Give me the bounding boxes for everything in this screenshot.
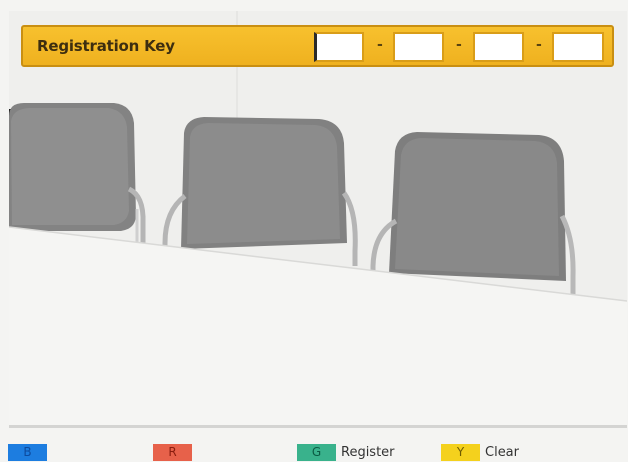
green-key-chip[interactable]: G (297, 444, 336, 461)
registration-key-field-2[interactable] (393, 32, 444, 62)
chair-right (370, 132, 576, 296)
registration-key-field-4[interactable] (552, 32, 604, 62)
registration-key-bar: Registration Key - - - (21, 25, 614, 67)
chair-left (9, 103, 146, 246)
chair-middle (162, 117, 358, 266)
registration-key-title: Registration Key (37, 37, 175, 55)
key-separator: - (456, 37, 462, 53)
key-separator: - (377, 37, 383, 53)
register-label: Register (341, 445, 395, 460)
meeting-room-image (9, 11, 627, 428)
registration-key-field-3[interactable] (473, 32, 524, 62)
registration-key-field-1[interactable] (314, 32, 364, 62)
clear-label: Clear (485, 445, 519, 460)
camera-preview: Registration Key - - - (9, 11, 627, 428)
key-separator: - (536, 37, 542, 53)
blue-key-chip[interactable]: B (8, 444, 47, 461)
red-key-chip[interactable]: R (153, 444, 192, 461)
yellow-key-chip[interactable]: Y (441, 444, 480, 461)
color-button-legend: B R G Register Y Clear (0, 440, 628, 462)
